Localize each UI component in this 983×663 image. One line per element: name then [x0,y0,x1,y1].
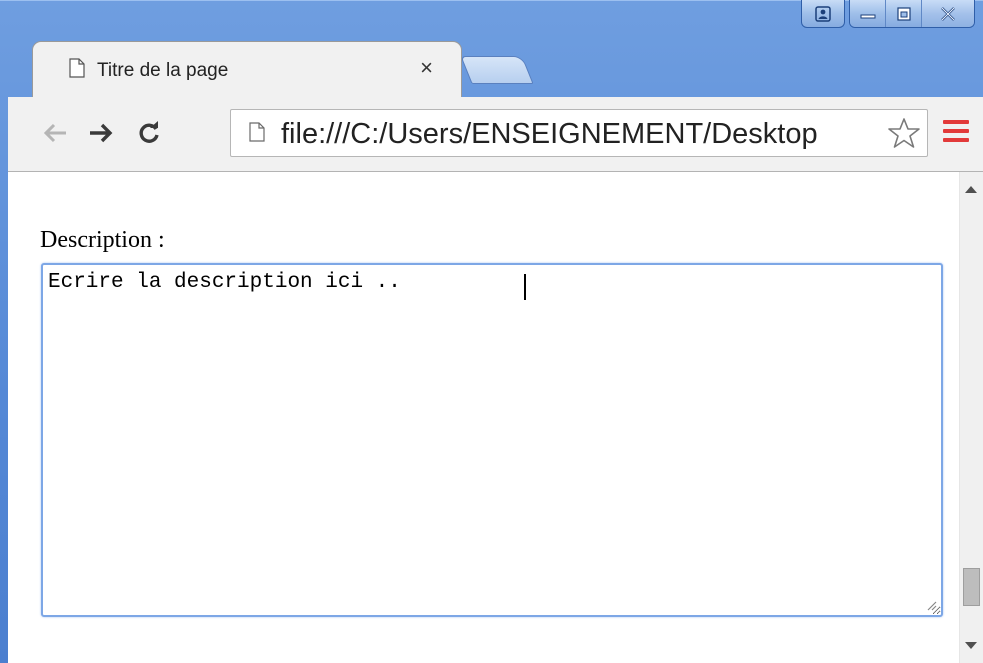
tab-active[interactable]: Titre de la page × [32,41,462,98]
reload-icon [139,121,159,143]
url-text: file:///C:/Users/ENSEIGNEMENT/Desktop [281,118,818,150]
scroll-thumb[interactable] [963,568,980,606]
window-controls [801,0,975,34]
maximize-button[interactable] [886,0,922,27]
maximize-icon [896,6,911,21]
reload-button[interactable] [132,115,166,151]
profile-button[interactable] [801,0,845,28]
bookmark-star-icon[interactable] [887,116,921,150]
description-label: Description : [40,227,165,253]
minimize-icon [860,14,875,18]
back-button[interactable] [38,115,72,151]
chrome-menu-icon[interactable] [943,120,969,147]
forward-arrow-icon [90,123,113,143]
back-arrow-icon [43,123,66,143]
close-window-button[interactable] [922,0,974,27]
tab-title: Titre de la page [97,60,229,81]
browser-frame: Titre de la page × file:///C:/Users/ENSE… [0,0,983,663]
text-caret [524,274,526,300]
forward-button[interactable] [84,115,118,151]
page-icon [249,122,265,142]
description-textarea[interactable]: Ecrire la description ici .. [41,263,943,617]
close-icon [941,6,955,21]
new-tab-button[interactable] [460,56,534,84]
tab-close-icon[interactable]: × [420,57,433,79]
resize-grip-icon[interactable] [925,599,937,611]
page-content: Description : Ecrire la description ici … [8,172,983,663]
scroll-down-arrow-icon[interactable] [965,642,977,649]
scroll-up-arrow-icon[interactable] [965,186,977,193]
page-icon [69,58,85,78]
description-field-wrapper: Ecrire la description ici .. [41,263,943,617]
profile-icon [815,5,831,22]
address-bar[interactable]: file:///C:/Users/ENSEIGNEMENT/Desktop [230,109,928,157]
window-button-group [849,0,975,28]
minimize-button[interactable] [850,0,886,27]
vertical-scrollbar[interactable] [959,172,983,663]
browser-toolbar: file:///C:/Users/ENSEIGNEMENT/Desktop [8,97,983,172]
